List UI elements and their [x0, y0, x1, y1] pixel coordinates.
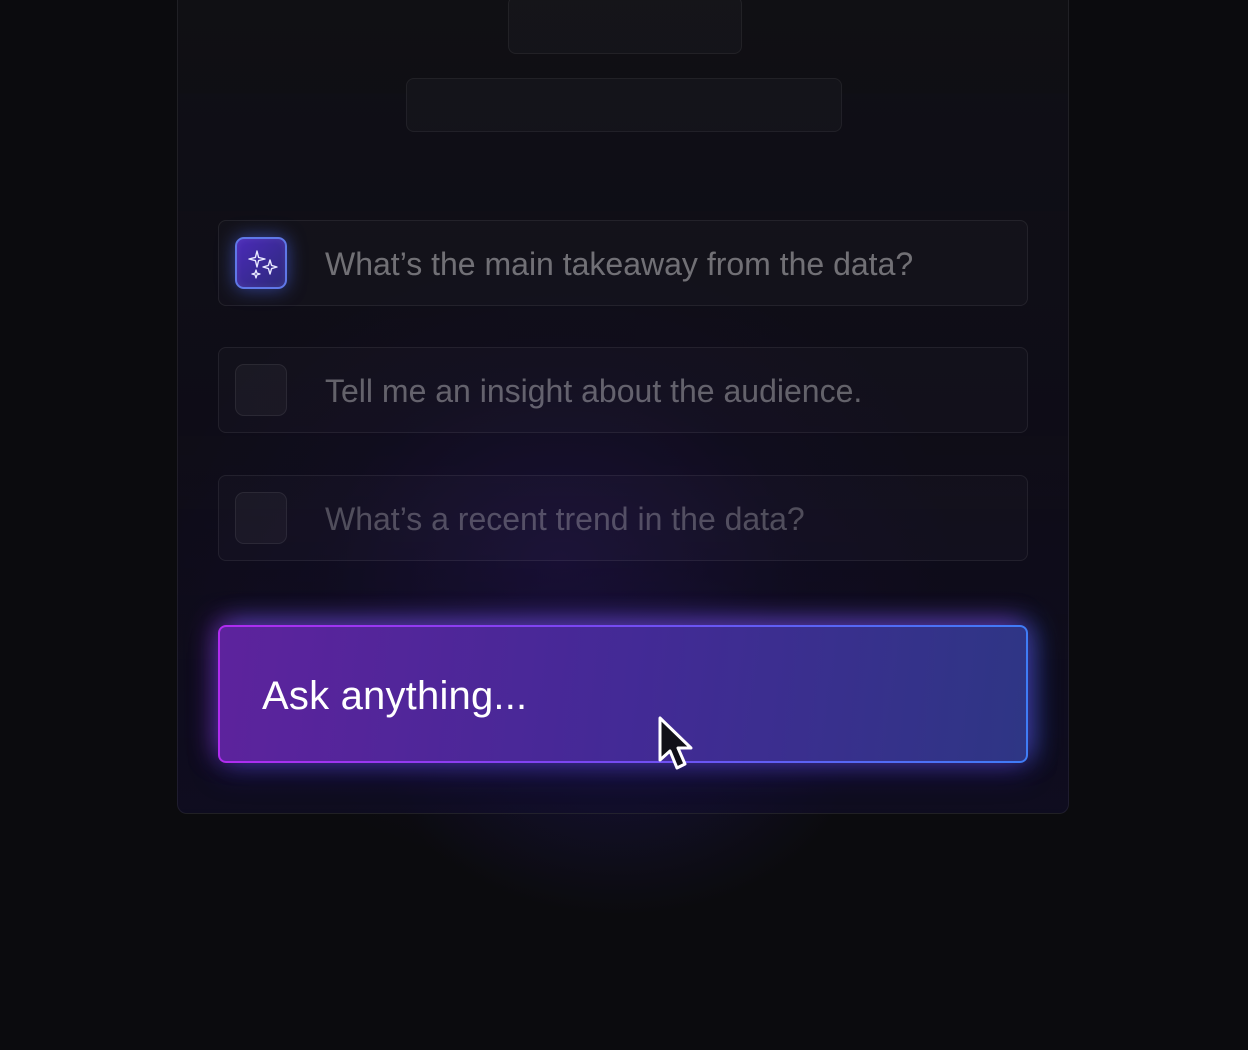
mouse-pointer-icon — [658, 716, 693, 770]
suggestion-icon-placeholder — [235, 364, 287, 416]
ask-input-placeholder: Ask anything... — [262, 674, 528, 718]
suggestion-item-main-takeaway[interactable]: What’s the main takeaway from the data? — [218, 220, 1028, 306]
app-stage: What’s the main takeaway from the data? … — [0, 0, 1248, 1050]
suggestion-label: What’s the main takeaway from the data? — [325, 246, 914, 282]
suggestion-item-audience-insight[interactable]: Tell me an insight about the audience. — [218, 347, 1028, 433]
suggestion-item-recent-trend[interactable]: What’s a recent trend in the data? — [218, 475, 1028, 561]
placeholder-bar-secondary — [406, 78, 842, 132]
suggestion-icon-placeholder — [235, 492, 287, 544]
suggestion-label: What’s a recent trend in the data? — [325, 501, 805, 537]
ask-input[interactable]: Ask anything... — [218, 625, 1028, 763]
sparkles-icon — [235, 237, 287, 289]
suggestion-label: Tell me an insight about the audience. — [325, 373, 863, 409]
placeholder-bar-top — [508, 0, 742, 54]
